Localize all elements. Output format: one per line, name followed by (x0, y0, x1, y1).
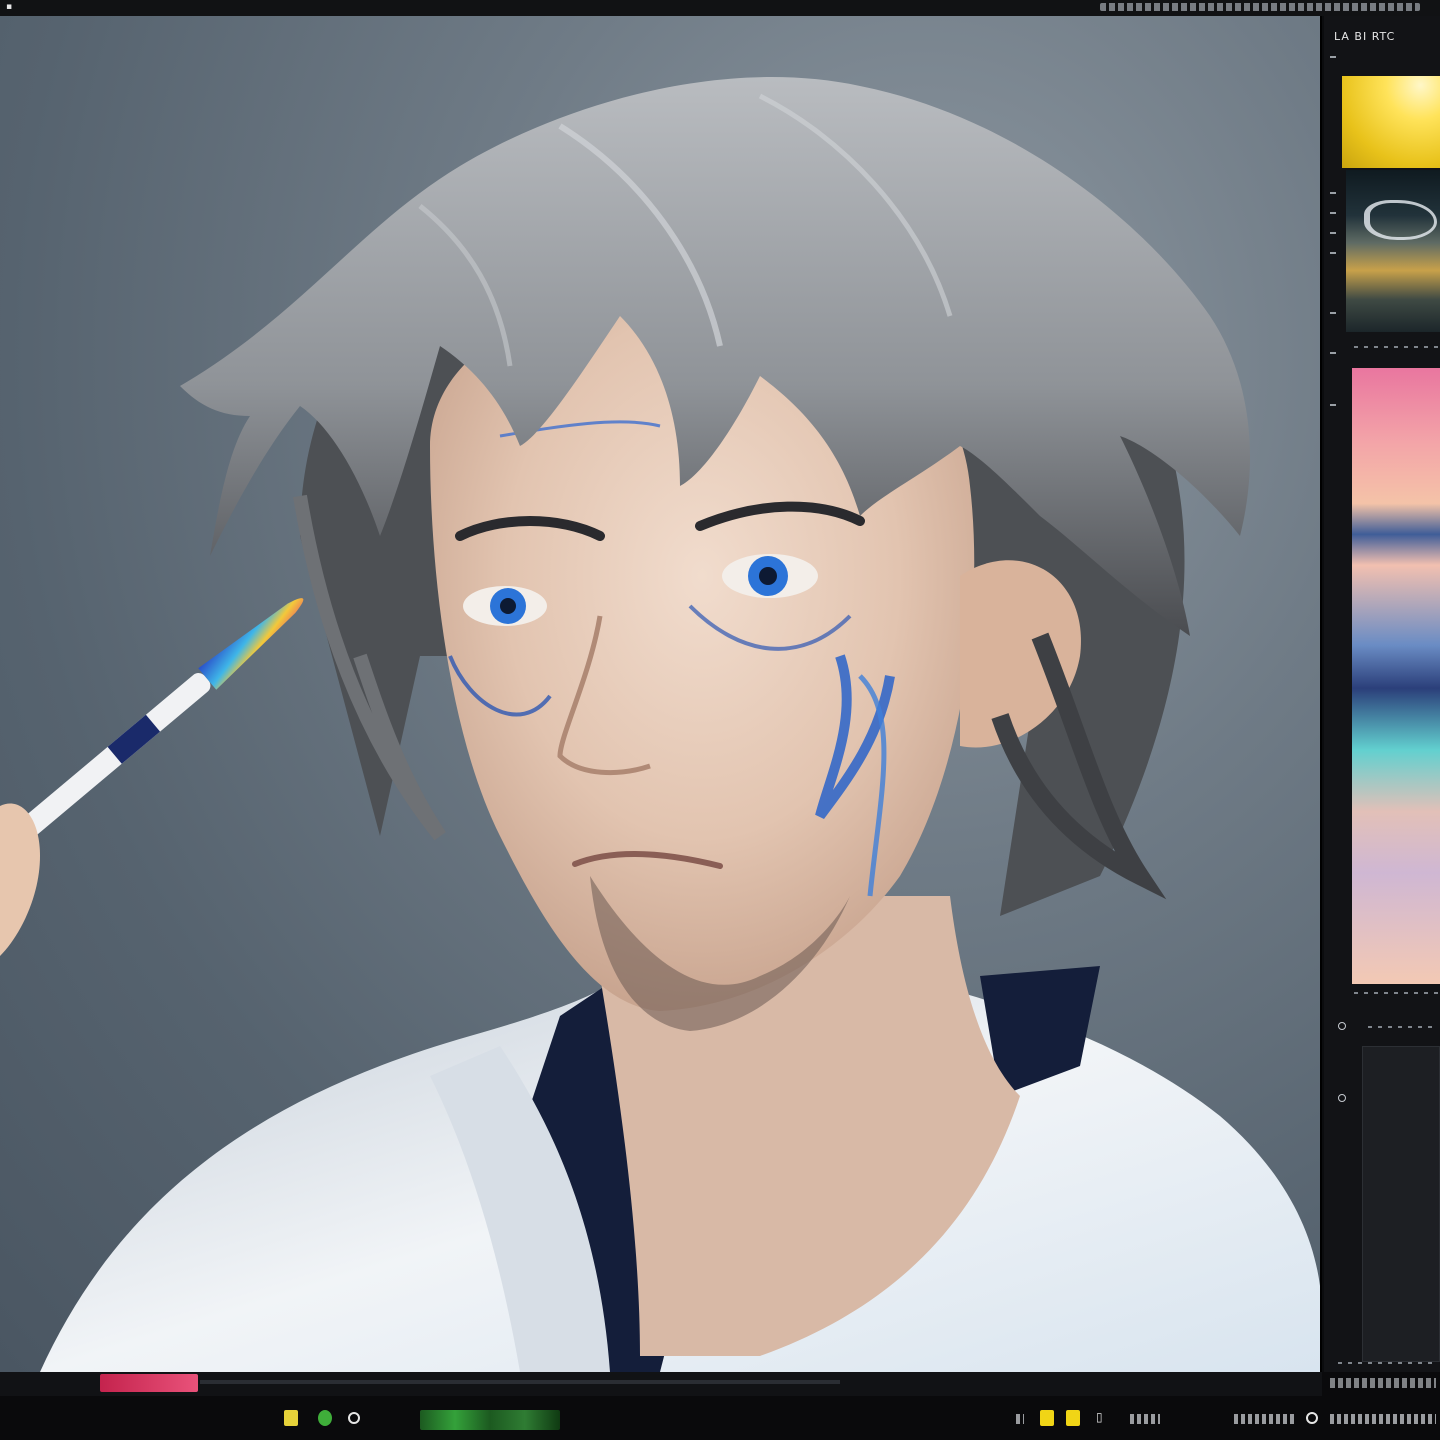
portrait-artwork (0, 77, 1320, 1372)
circle-icon[interactable] (1338, 1022, 1346, 1030)
reference-thumbnail[interactable] (1346, 170, 1440, 332)
color-gradient[interactable] (1352, 368, 1440, 984)
menu-items[interactable] (1100, 3, 1420, 11)
ruler-track[interactable] (200, 1380, 840, 1384)
status-bar: ▯ (0, 1372, 1440, 1440)
brush-tool-icon[interactable] (284, 1410, 298, 1426)
yellow-square-icon[interactable] (1066, 1410, 1080, 1426)
active-range[interactable] (100, 1374, 198, 1392)
dock-footer (1330, 1378, 1436, 1388)
layer-icon[interactable] (420, 1410, 560, 1430)
dock-header: LA BI RTC (1334, 30, 1396, 43)
yellow-square-icon[interactable] (1040, 1410, 1054, 1426)
yellow-swatch[interactable] (1342, 76, 1440, 168)
circle-icon[interactable] (1306, 1412, 1318, 1424)
app-icon[interactable]: ▪ (6, 2, 16, 12)
right-dock-panel: LA BI RTC (1324, 16, 1440, 1372)
top-menu-bar: ▪ (0, 0, 1440, 16)
circle-icon[interactable] (348, 1412, 360, 1424)
paintbrush (0, 598, 304, 878)
hand (0, 803, 40, 956)
layers-panel[interactable] (1362, 1046, 1440, 1362)
timeline-ruler (0, 1372, 1322, 1396)
drawing-canvas[interactable] (0, 16, 1322, 1372)
info-icon[interactable]: ▯ (1096, 1410, 1103, 1424)
bottom-toolbar: ▯ (0, 1406, 1440, 1436)
color-picker-icon[interactable] (318, 1410, 332, 1426)
circle-icon[interactable] (1338, 1094, 1346, 1102)
